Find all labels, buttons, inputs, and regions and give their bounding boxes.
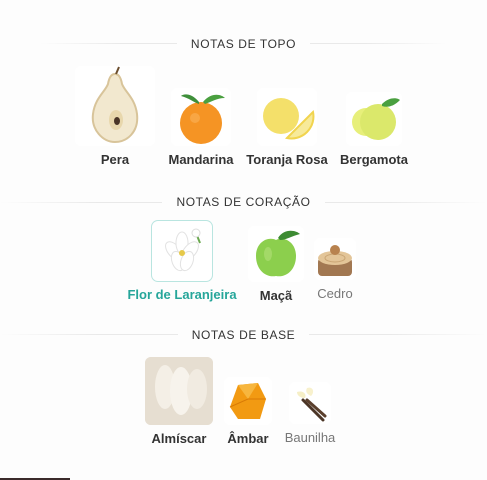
section-title-top-notes: NOTAS DE TOPO: [0, 37, 487, 51]
note-label: Bergamota: [340, 152, 408, 167]
note-pera[interactable]: Pera: [73, 66, 157, 167]
note-almiscar[interactable]: Almíscar: [143, 357, 215, 446]
note-label: Âmbar: [227, 431, 269, 446]
orange-blossom-icon: [165, 228, 201, 272]
grapefruit-icon: [263, 98, 315, 140]
bergamot-icon: [352, 98, 400, 140]
vanilla-icon: [297, 387, 327, 422]
pear-icon: [91, 66, 139, 144]
musk-icon: [145, 357, 213, 425]
note-label: Mandarina: [168, 152, 234, 167]
note-bergamota[interactable]: Bergamota: [336, 92, 412, 167]
note-label: Cedro: [317, 286, 353, 301]
note-mandarina[interactable]: Mandarina: [165, 88, 237, 167]
amber-icon: [229, 383, 266, 419]
note-ambar[interactable]: Âmbar: [222, 377, 274, 446]
note-label: Pera: [100, 152, 130, 167]
note-cedro[interactable]: Cedro: [312, 238, 358, 301]
note-maca[interactable]: Maçã: [246, 226, 306, 303]
note-toranja-rosa[interactable]: Toranja Rosa: [246, 88, 328, 167]
note-flor-de-laranjeira[interactable]: Flor de Laranjeira: [122, 221, 242, 302]
note-baunilha[interactable]: Baunilha: [280, 382, 340, 445]
apple-icon: [256, 230, 300, 277]
note-label: Maçã: [259, 288, 293, 303]
note-label: Flor de Laranjeira: [127, 287, 237, 302]
note-label: Baunilha: [284, 430, 336, 445]
cedar-icon: [318, 245, 352, 276]
note-label: Toranja Rosa: [246, 152, 328, 167]
section-title-base-notes: NOTAS DE BASE: [0, 328, 487, 342]
mandarin-icon: [180, 94, 225, 144]
note-label: Almíscar: [151, 431, 207, 446]
